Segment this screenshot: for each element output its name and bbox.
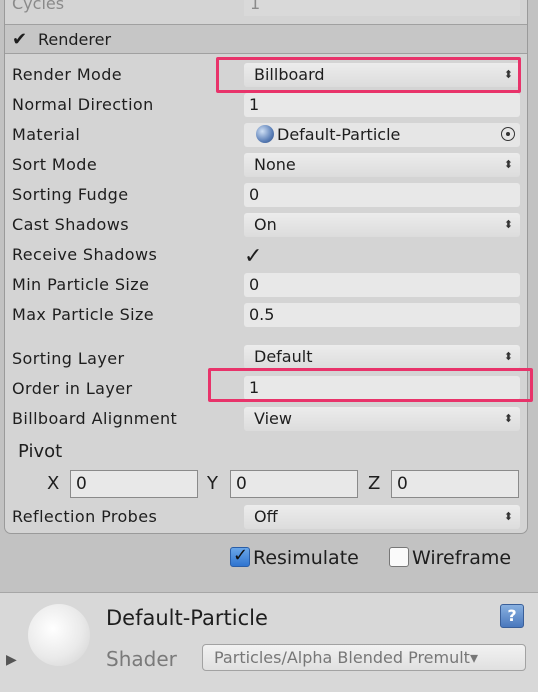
max-particle-size-field[interactable]: 0.5: [244, 303, 520, 327]
highlight-render-mode: [216, 57, 521, 93]
receive-shadows-checkbox[interactable]: ✓: [244, 244, 262, 269]
sort-mode-dropdown[interactable]: None ⬍: [244, 153, 520, 177]
billboard-alignment-label: Billboard Alignment: [12, 409, 178, 428]
dropdown-caret-icon: ▾: [469, 648, 478, 667]
max-particle-size-label: Max Particle Size: [12, 305, 155, 324]
resimulate-toggle[interactable]: Resimulate: [230, 545, 359, 569]
sorting-layer-dropdown[interactable]: Default ⬍: [244, 345, 520, 369]
billboard-alignment-dropdown[interactable]: View ⬍: [244, 407, 520, 431]
wireframe-checkbox[interactable]: [389, 547, 409, 567]
normal-direction-label: Normal Direction: [12, 95, 154, 114]
reflection-probes-value: Off: [254, 507, 278, 526]
shader-value: Particles/Alpha Blended Premult: [214, 648, 470, 667]
material-preview-sphere: [28, 604, 90, 666]
material-field[interactable]: Default-Particle: [244, 123, 520, 147]
sorting-fudge-label: Sorting Fudge: [12, 185, 129, 204]
dropdown-arrows-icon: ⬍: [503, 412, 513, 425]
dropdown-arrows-icon: ⬍: [503, 510, 513, 523]
sorting-fudge-field[interactable]: 0: [244, 183, 520, 207]
help-icon[interactable]: ?: [500, 604, 524, 628]
sorting-layer-label: Sorting Layer: [12, 349, 125, 368]
material-sphere-icon: [256, 125, 274, 143]
cast-shadows-label: Cast Shadows: [12, 215, 129, 234]
shader-dropdown[interactable]: Particles/Alpha Blended Premult▾: [202, 644, 526, 671]
pivot-z-label: Z: [368, 473, 381, 494]
dropdown-arrows-icon: ⬍: [503, 218, 513, 231]
billboard-alignment-value: View: [254, 409, 292, 428]
order-in-layer-label: Order in Layer: [12, 379, 133, 398]
cast-shadows-dropdown[interactable]: On ⬍: [244, 213, 520, 237]
dropdown-arrows-icon: ⬍: [503, 350, 513, 363]
sort-mode-value: None: [254, 155, 296, 174]
shader-label: Shader: [106, 647, 177, 671]
wireframe-toggle[interactable]: Wireframe: [389, 547, 511, 569]
reflection-probes-dropdown[interactable]: Off ⬍: [244, 505, 520, 529]
material-name: Default-Particle: [106, 606, 268, 630]
renderer-enabled-checkmark-icon[interactable]: ✔: [12, 29, 27, 50]
sort-mode-label: Sort Mode: [12, 155, 98, 174]
normal-direction-field[interactable]: 1: [244, 93, 520, 117]
pivot-x-label: X: [47, 473, 60, 494]
highlight-order-in-layer: [208, 368, 533, 402]
pivot-y-label: Y: [207, 473, 218, 494]
sorting-layer-value: Default: [254, 347, 313, 366]
min-particle-size-field[interactable]: 0: [244, 273, 520, 297]
pivot-z-field[interactable]: 0: [391, 470, 519, 498]
material-label: Material: [12, 125, 81, 144]
material-value: Default-Particle: [277, 125, 401, 144]
pivot-label: Pivot: [18, 441, 63, 462]
render-mode-label: Render Mode: [12, 65, 123, 84]
pivot-x-field[interactable]: 0: [70, 470, 198, 498]
wireframe-label: Wireframe: [412, 547, 512, 569]
cycles-label: Cycles: [12, 0, 65, 13]
resimulate-checkbox[interactable]: [230, 545, 250, 567]
resimulate-label: Resimulate: [253, 547, 359, 569]
receive-shadows-label: Receive Shadows: [12, 245, 158, 264]
cycles-field[interactable]: 1: [244, 0, 520, 16]
pivot-y-field[interactable]: 0: [230, 470, 358, 498]
renderer-section-title: Renderer: [38, 30, 112, 49]
reflection-probes-label: Reflection Probes: [12, 507, 158, 526]
cast-shadows-value: On: [254, 215, 277, 234]
dropdown-arrows-icon: ⬍: [503, 158, 513, 171]
foldout-arrow-icon[interactable]: ▶: [6, 652, 17, 668]
min-particle-size-label: Min Particle Size: [12, 275, 150, 294]
object-picker-icon[interactable]: [501, 127, 515, 141]
